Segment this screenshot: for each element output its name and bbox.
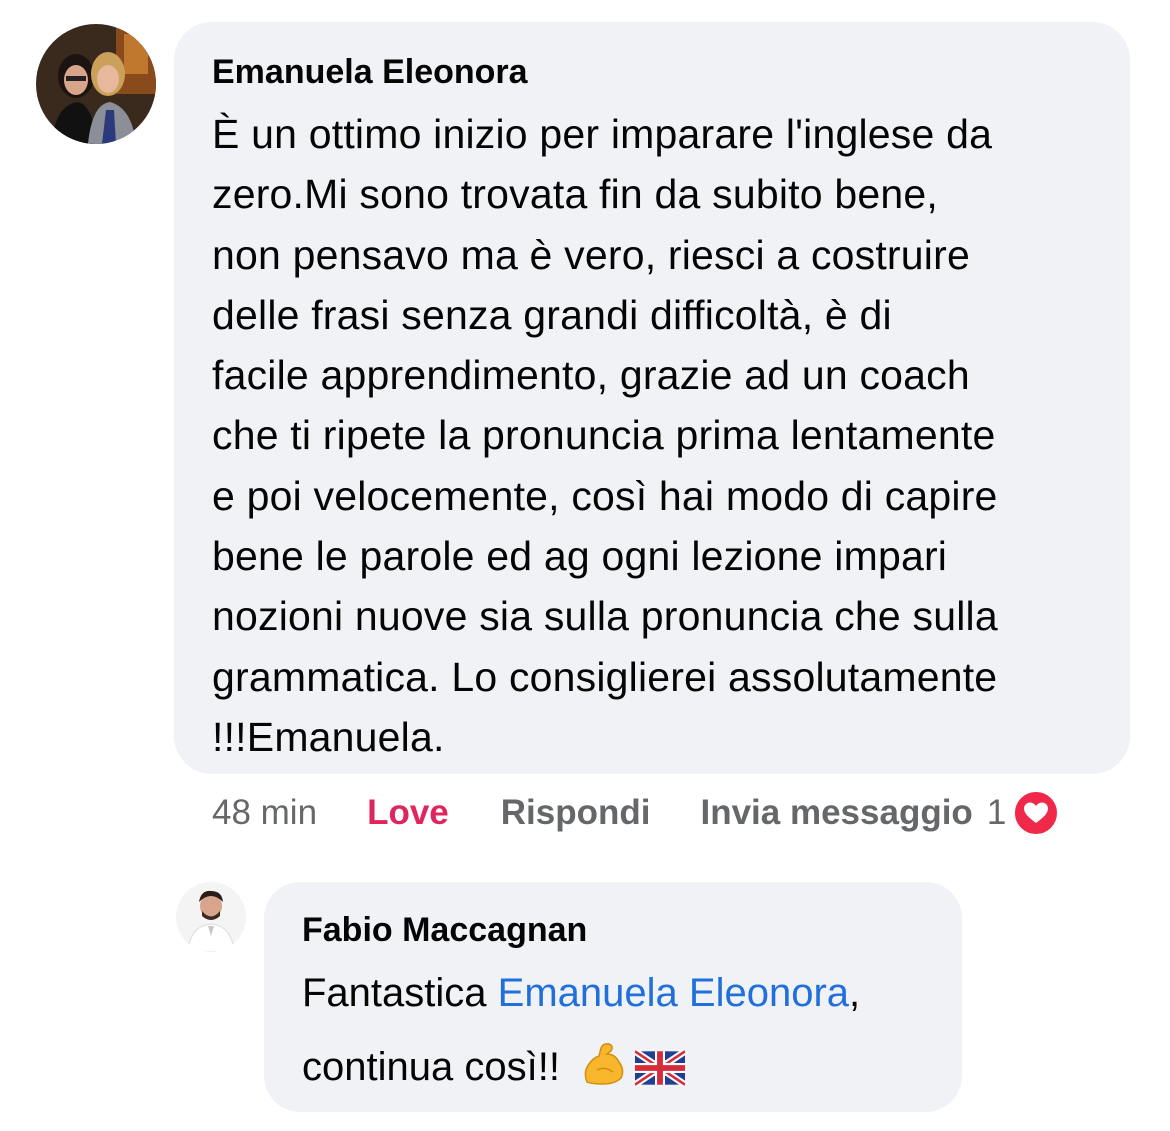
send-message-button[interactable]: Invia messaggio bbox=[700, 793, 972, 833]
reply-bubble: Fabio Maccagnan Fantastica Emanuela Eleo… bbox=[264, 882, 962, 1112]
reply-text-line2: continua così!! bbox=[302, 1045, 560, 1089]
mention-link[interactable]: Emanuela Eleonora bbox=[498, 971, 849, 1015]
flexed-biceps-icon bbox=[581, 1036, 629, 1110]
heart-icon[interactable] bbox=[1012, 789, 1061, 837]
profile-photo-icon bbox=[36, 24, 156, 144]
reply-text: Fantastica Emanuela Eleonora, continua c… bbox=[302, 956, 924, 1110]
comment-text: È un ottimo inizio per imparare l'ingles… bbox=[212, 111, 998, 760]
avatar-fabio[interactable] bbox=[176, 882, 246, 952]
love-reaction-button[interactable]: Love bbox=[367, 793, 449, 833]
avatar-emanuela[interactable] bbox=[36, 24, 156, 144]
reply-button[interactable]: Rispondi bbox=[501, 793, 651, 833]
comment-bubble: Emanuela Eleonora È un ottimo inizio per… bbox=[174, 22, 1130, 774]
comment-author[interactable]: Emanuela Eleonora bbox=[212, 50, 1092, 94]
reply-text-start: Fantastica bbox=[302, 971, 498, 1015]
profile-photo-icon bbox=[176, 882, 246, 952]
uk-flag-icon bbox=[633, 1036, 687, 1110]
reply-text-comma: , bbox=[849, 971, 861, 1015]
reaction-count[interactable]: 1 bbox=[987, 793, 1006, 833]
reply-author[interactable]: Fabio Maccagnan bbox=[302, 908, 924, 952]
comment-actions: 48 min Love Rispondi Invia messaggio 1 bbox=[212, 788, 1061, 838]
comment-timestamp[interactable]: 48 min bbox=[212, 793, 317, 833]
